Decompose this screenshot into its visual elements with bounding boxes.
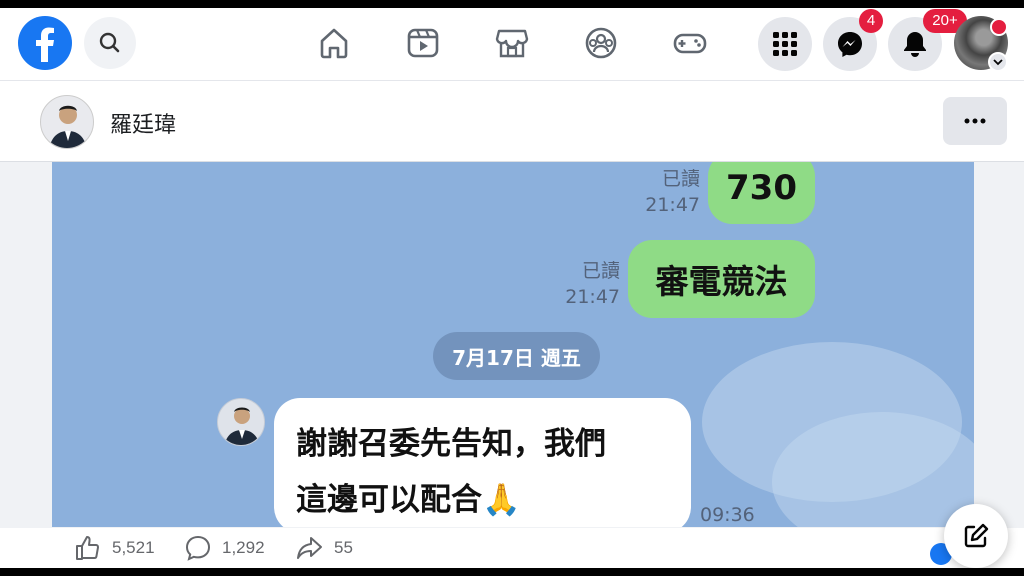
groups-icon — [585, 27, 617, 59]
more-dots-icon — [964, 118, 986, 124]
chat-sender-avatar — [217, 398, 265, 446]
like-count: 5,521 — [112, 538, 155, 557]
nav-gaming[interactable] — [668, 21, 712, 65]
nav-groups[interactable] — [579, 21, 623, 65]
like-button[interactable]: 5,521 — [74, 534, 155, 562]
top-black-strip — [0, 0, 1024, 8]
bottom-black-strip — [0, 568, 1024, 576]
menu-button[interactable] — [758, 17, 812, 71]
messenger-icon — [838, 32, 862, 57]
comment-button[interactable]: 1,292 — [184, 534, 265, 562]
share-count: 55 — [334, 538, 353, 557]
message-bubble-sent: 730 — [708, 162, 815, 224]
msg2-meta: 已讀 21:47 — [554, 258, 620, 310]
search-button[interactable] — [84, 17, 136, 69]
bell-icon — [904, 32, 926, 57]
share-icon — [297, 537, 322, 559]
chevron-down-icon[interactable] — [988, 52, 1008, 72]
post-header: 羅廷瑋 — [0, 81, 1024, 162]
message-bubble-received: 謝謝召委先告知，我們 這邊可以配合🙏 — [274, 398, 691, 527]
author-name[interactable]: 羅廷瑋 — [110, 107, 176, 139]
share-button[interactable]: 55 — [294, 534, 353, 562]
message-line: 這邊可以配合🙏 — [296, 482, 521, 518]
facebook-logo-icon[interactable] — [18, 16, 72, 70]
msg1-meta: 已讀 21:47 — [634, 166, 700, 218]
comment-icon — [185, 535, 211, 561]
status-dot — [990, 18, 1008, 36]
more-options-button[interactable] — [943, 97, 1007, 145]
grid-menu-icon — [773, 32, 797, 56]
read-receipt: 已讀 — [661, 168, 700, 190]
home-icon — [320, 28, 348, 59]
nav-home[interactable] — [312, 21, 356, 65]
nav-marketplace[interactable] — [490, 21, 534, 65]
nav-reels[interactable] — [401, 21, 445, 65]
compose-icon — [964, 523, 989, 548]
comment-count: 1,292 — [222, 538, 265, 557]
message-time: 21:47 — [645, 194, 700, 216]
store-icon — [495, 29, 529, 58]
message-line: 謝謝召委先告知，我們 — [296, 426, 606, 462]
message-time: 21:47 — [565, 286, 620, 308]
author-avatar[interactable] — [40, 95, 94, 149]
search-icon — [99, 32, 120, 53]
gamepad-icon — [673, 33, 707, 54]
thumbs-up-icon — [76, 536, 99, 560]
post-actions-bar: 5,521 1,292 55 — [0, 528, 1024, 568]
post-image-chat-screenshot[interactable]: 已讀 21:47 730 已讀 21:47 審電競法 7月17日 週五 謝謝召委… — [52, 162, 974, 527]
message-time: 09:36 — [700, 504, 755, 526]
message-bubble-sent: 審電競法 — [628, 240, 815, 318]
date-separator: 7月17日 週五 — [433, 332, 600, 380]
read-receipt: 已讀 — [581, 260, 620, 282]
new-message-button[interactable] — [944, 504, 1008, 568]
top-navbar: 4 20+ — [0, 8, 1024, 81]
messenger-badge: 4 — [859, 9, 883, 33]
reels-icon — [407, 28, 439, 58]
